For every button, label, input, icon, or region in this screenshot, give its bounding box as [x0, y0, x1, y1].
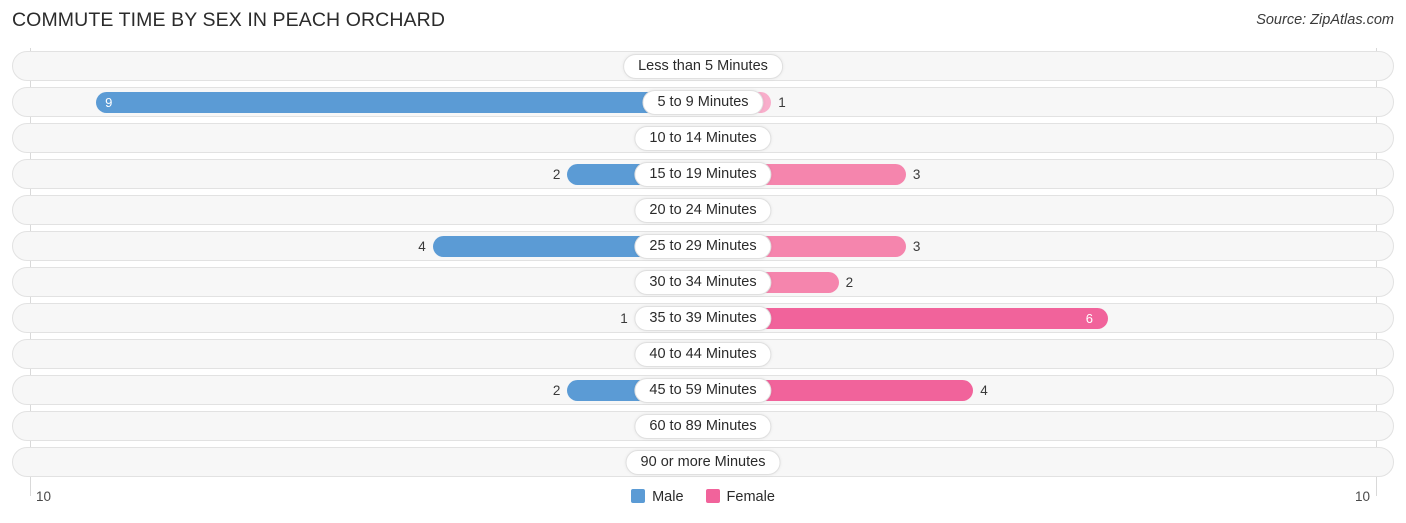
- legend-swatch-male-icon: [631, 489, 646, 503]
- category-label: 45 to 59 Minutes: [634, 378, 772, 403]
- value-label-male: 1: [620, 311, 628, 326]
- row-content: 0060 to 89 Minutes: [13, 412, 1393, 440]
- table-row[interactable]: 4 3 25 to 29 Minutes: [12, 231, 1394, 261]
- page-title: COMMUTE TIME BY SEX IN PEACH ORCHARD: [12, 9, 446, 31]
- legend-item-female[interactable]: Female: [705, 489, 775, 505]
- category-label: 25 to 29 Minutes: [634, 234, 772, 259]
- category-label: 10 to 14 Minutes: [634, 126, 772, 151]
- row-content: 0040 to 44 Minutes: [13, 340, 1393, 368]
- legend-item-male[interactable]: Male: [631, 489, 684, 505]
- chart-footer: 10 10 Male Female: [0, 484, 1406, 523]
- row-content: 0010 to 14 Minutes: [13, 124, 1393, 152]
- row-content: 0020 to 24 Minutes: [13, 196, 1393, 224]
- value-label-female: 3: [912, 239, 921, 254]
- table-row[interactable]: 0010 to 14 Minutes: [12, 123, 1394, 153]
- value-label-female: 1: [778, 95, 786, 110]
- value-label-male-inside: 9: [105, 95, 113, 110]
- category-label: 30 to 34 Minutes: [634, 270, 772, 295]
- table-row[interactable]: 0020 to 24 Minutes: [12, 195, 1394, 225]
- category-label: 15 to 19 Minutes: [634, 162, 772, 187]
- table-row[interactable]: 0090 or more Minutes: [12, 447, 1394, 477]
- chart-legend: Male Female: [0, 489, 1406, 505]
- row-content: 9 1 5 to 9 Minutes: [13, 88, 1393, 116]
- table-row[interactable]: 0060 to 89 Minutes: [12, 411, 1394, 441]
- source-attribution: Source: ZipAtlas.com: [1256, 12, 1394, 28]
- legend-label-male: Male: [652, 489, 684, 505]
- value-label-female: 3: [912, 167, 921, 182]
- row-content: 2 4 45 to 59 Minutes: [13, 376, 1393, 404]
- table-row[interactable]: 1 6 35 to 39 Minutes: [12, 303, 1394, 333]
- chart-page: COMMUTE TIME BY SEX IN PEACH ORCHARD Sou…: [0, 0, 1406, 523]
- value-label-female: 2: [845, 275, 854, 290]
- category-label: 90 or more Minutes: [625, 450, 781, 475]
- category-label: 60 to 89 Minutes: [634, 414, 772, 439]
- plot-area: 00Less than 5 Minutes 9 1 5 to 9 Minutes 001…: [0, 48, 1406, 484]
- value-label-female: 4: [980, 383, 988, 398]
- table-row[interactable]: 00Less than 5 Minutes: [12, 51, 1394, 81]
- row-content: 0090 or more Minutes: [13, 448, 1393, 476]
- row-content: 2 3 15 to 19 Minutes: [13, 160, 1393, 188]
- bar-male[interactable]: [96, 92, 702, 113]
- value-label-female-inside: 6: [1085, 311, 1094, 326]
- table-row[interactable]: 0040 to 44 Minutes: [12, 339, 1394, 369]
- table-row[interactable]: 2 4 45 to 59 Minutes: [12, 375, 1394, 405]
- value-label-male: 2: [552, 167, 561, 182]
- table-row[interactable]: 0230 to 34 Minutes: [12, 267, 1394, 297]
- category-label: 5 to 9 Minutes: [642, 90, 764, 115]
- row-content: 0230 to 34 Minutes: [13, 268, 1393, 296]
- category-label: 35 to 39 Minutes: [634, 306, 772, 331]
- value-label-male: 2: [552, 383, 561, 398]
- row-content: 1 6 35 to 39 Minutes: [13, 304, 1393, 332]
- category-label: 40 to 44 Minutes: [634, 342, 772, 367]
- row-content: 00Less than 5 Minutes: [13, 52, 1393, 80]
- legend-swatch-female-icon: [705, 489, 720, 503]
- table-row[interactable]: 2 3 15 to 19 Minutes: [12, 159, 1394, 189]
- table-row[interactable]: 9 1 5 to 9 Minutes: [12, 87, 1394, 117]
- legend-label-female: Female: [726, 489, 775, 505]
- category-label: Less than 5 Minutes: [623, 54, 783, 79]
- value-label-male: 4: [418, 239, 426, 254]
- row-content: 4 3 25 to 29 Minutes: [13, 232, 1393, 260]
- category-label: 20 to 24 Minutes: [634, 198, 772, 223]
